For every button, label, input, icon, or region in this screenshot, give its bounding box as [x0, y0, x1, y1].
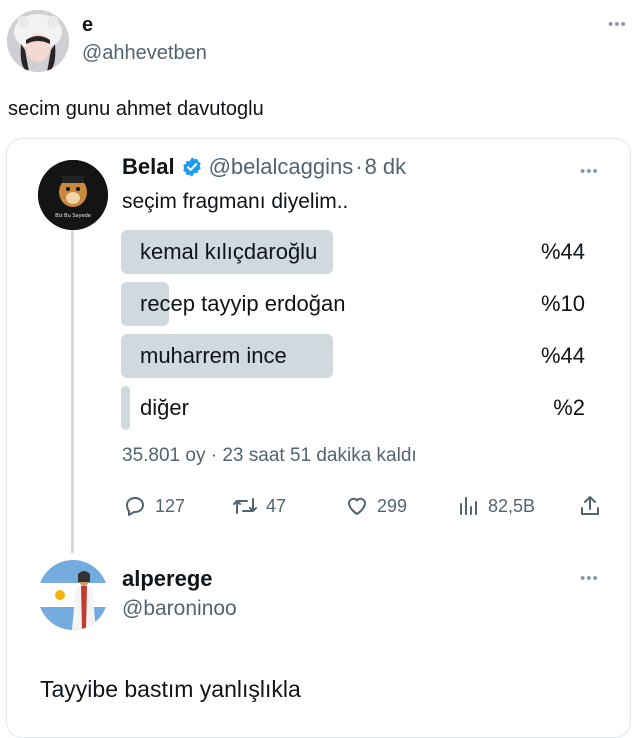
quoted-more-dots-icon[interactable]: ••• — [580, 163, 599, 180]
quoted-tweet-text: seçim fragmanı diyelim.. — [122, 190, 349, 213]
poll-option[interactable]: diğer %2 — [121, 386, 587, 430]
outer-tweet-text: secim gunu ahmet davutoglu — [8, 98, 264, 120]
reply-icon — [126, 497, 144, 516]
heart-icon — [348, 497, 366, 515]
poll-option-label: kemal kılıçdaroğlu — [140, 239, 318, 264]
poll-option[interactable]: kemal kılıçdaroğlu %44 — [121, 230, 587, 274]
reply-tweet-text: Tayyibe bastım yanlışlıkla — [40, 676, 301, 702]
quoted-handle[interactable]: @belalcaggins — [209, 154, 354, 180]
share-button[interactable] — [578, 494, 602, 523]
more-dots-icon[interactable]: ••• — [608, 16, 627, 33]
poll-option[interactable]: recep tayyip erdoğan %10 — [121, 282, 587, 326]
reply-button[interactable]: 127 — [123, 494, 185, 518]
reply-display-name[interactable]: alperege — [122, 566, 213, 592]
poll-option-label: muharrem ince — [140, 343, 287, 368]
argentina-flag-avatar-image — [38, 560, 108, 630]
avatar-image: Biz Bu Sayede — [38, 160, 108, 230]
poll-option-percent: %44 — [540, 343, 585, 368]
quoted-time[interactable]: 8 dk — [365, 154, 407, 180]
share-icon — [581, 496, 599, 515]
retweet-button[interactable]: 47 — [232, 494, 286, 518]
poll-option-percent: %10 — [540, 291, 585, 316]
poll-option-label: recep tayyip erdoğan — [140, 291, 346, 316]
poll-summary: 35.801 oy · 23 saat 51 dakika kaldı — [122, 445, 417, 466]
verified-badge-icon — [182, 157, 201, 177]
retweet-count: 47 — [266, 495, 287, 516]
views-count: 82,5B — [488, 495, 536, 516]
reply-count: 127 — [155, 495, 186, 516]
quoted-display-name[interactable]: Belal — [122, 154, 175, 180]
reply-handle[interactable]: @baroninoo — [122, 597, 237, 621]
poll-option-percent: %44 — [540, 239, 585, 264]
poll-option-percent: %2 — [553, 395, 585, 420]
like-count: 299 — [377, 495, 408, 516]
outer-handle[interactable]: @ahhevetben — [82, 42, 207, 65]
views-button[interactable]: 82,5B — [458, 494, 535, 518]
belal-avatar[interactable]: Biz Bu Sayede — [38, 160, 108, 230]
retweet-icon — [233, 498, 257, 514]
outer-avatar[interactable] — [7, 10, 69, 72]
views-bar-chart-icon — [460, 497, 477, 515]
poll-option-label: diğer — [140, 395, 189, 420]
poll-option[interactable]: muharrem ince %44 — [121, 334, 587, 378]
avatar-caption: Biz Bu Sayede — [55, 213, 91, 219]
reply-avatar[interactable] — [38, 560, 108, 630]
outer-display-name[interactable]: e — [82, 14, 93, 37]
thread-connector-line — [71, 228, 74, 553]
reply-more-dots-icon[interactable]: ••• — [580, 570, 599, 587]
like-button[interactable]: 299 — [345, 494, 407, 518]
quoted-header: Belal @belalcaggins · 8 dk — [122, 154, 406, 180]
separator-dot: · — [355, 154, 363, 179]
poll-bar-fill — [121, 386, 130, 430]
avatar-image — [7, 10, 69, 72]
quoted-tweet-card[interactable] — [6, 138, 631, 738]
